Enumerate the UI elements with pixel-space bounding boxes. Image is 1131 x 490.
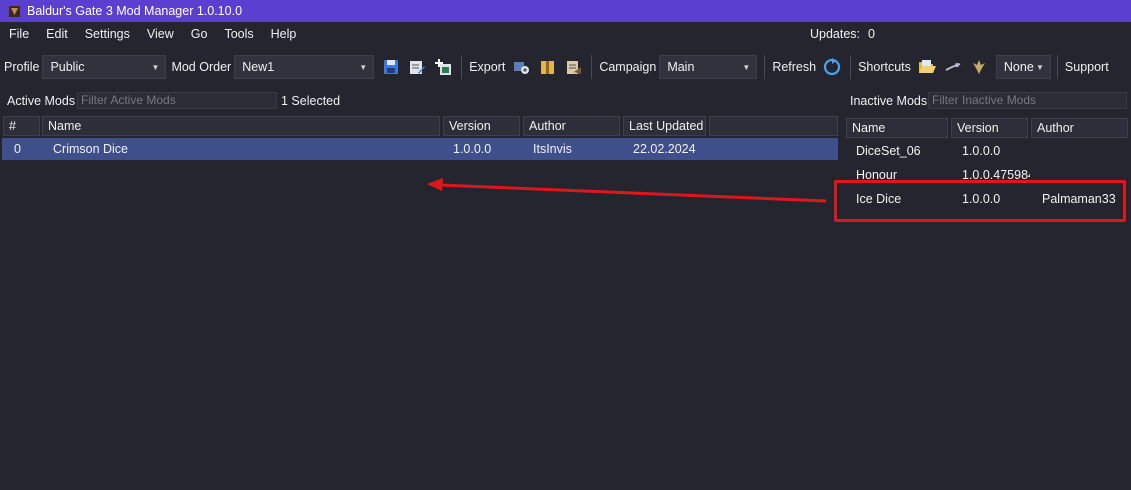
menu-view[interactable]: View [138,27,182,41]
export-order-icon[interactable] [564,58,582,76]
mod-order-label: Mod Order [171,60,232,74]
menu-file[interactable]: File [0,27,37,41]
profile-dropdown[interactable]: Public ▼ [42,55,167,79]
updates-indicator[interactable]: Updates: 0 [810,27,875,41]
profile-value: Public [50,60,85,74]
inactive-mods-label: Inactive Mods [850,94,928,108]
selected-count: 1 Selected [281,94,341,108]
menu-help[interactable]: Help [262,27,305,41]
column-header-name[interactable]: Name [42,116,440,136]
row-version: 1.0.0.0 [453,142,492,156]
chevron-down-icon: ▼ [151,62,160,72]
active-mods-filter-input[interactable]: Filter Active Mods [77,92,277,109]
column-header-author[interactable]: Author [1031,118,1128,138]
mod-order-dropdown[interactable]: New1 ▼ [234,55,375,79]
campaign-label: Campaign [599,60,657,74]
column-header-spacer [709,116,838,136]
row-author: ItsInvis [533,142,572,156]
toolbar-separator [850,55,852,79]
campaign-value: Main [667,60,695,74]
save-icon[interactable] [382,58,400,76]
annotation-highlight-box [834,180,1126,222]
window-title: Baldur's Gate 3 Mod Manager 1.0.10.0 [27,4,243,18]
refresh-label: Refresh [772,60,817,74]
chevron-down-icon: ▼ [359,62,368,72]
menu-edit[interactable]: Edit [37,27,76,41]
column-header-version[interactable]: Version [443,116,520,136]
row-index: 0 [14,142,21,156]
toolbar-separator [591,55,593,79]
shortcut-value: None [1003,60,1034,74]
menu-go[interactable]: Go [182,27,216,41]
menu-tools[interactable]: Tools [215,27,261,41]
app-logo-icon [8,5,21,18]
open-folder-icon[interactable] [918,58,936,76]
support-button[interactable]: Support [1065,60,1109,74]
column-header-name[interactable]: Name [846,118,948,138]
toolbar: Profile Public ▼ Mod Order New1 ▼ Export… [0,52,1131,82]
inactive-mods-filter-input[interactable]: Filter Inactive Mods [928,92,1127,109]
row-last-updated: 22.02.2024 [633,142,696,156]
title-bar: Baldur's Gate 3 Mod Manager 1.0.10.0 [0,0,1131,22]
toolbar-separator [461,55,463,79]
refresh-icon[interactable] [823,58,841,76]
toolbar-separator [1056,55,1058,79]
row-name[interactable]: DiceSet_06 [856,140,951,162]
profile-label: Profile [4,60,40,74]
steam-icon[interactable] [944,58,962,76]
updates-count: 0 [868,27,875,41]
shortcut-dropdown[interactable]: None ▼ [995,55,1051,79]
new-order-icon[interactable] [434,58,452,76]
menu-settings[interactable]: Settings [76,27,138,41]
row-author [1042,140,1127,162]
column-header-version[interactable]: Version [951,118,1028,138]
export-archive-icon[interactable] [538,58,556,76]
shortcuts-label: Shortcuts [858,60,911,74]
column-header-index[interactable]: # [3,116,40,136]
campaign-dropdown[interactable]: Main ▼ [659,55,758,79]
save-as-icon[interactable] [408,58,426,76]
updates-label: Updates: [810,27,861,41]
column-header-author[interactable]: Author [523,116,620,136]
toolbar-separator [764,55,766,79]
chevron-down-icon: ▼ [1035,62,1044,72]
game-launch-icon[interactable] [970,58,988,76]
chevron-down-icon: ▼ [742,62,751,72]
menu-bar: File Edit Settings View Go Tools Help Up… [0,22,1131,46]
row-name: Crimson Dice [53,142,129,156]
mod-order-value: New1 [242,60,275,74]
active-mods-label: Active Mods [7,94,76,108]
export-label: Export [469,60,506,74]
export-game-icon[interactable] [512,58,530,76]
column-header-last-updated[interactable]: Last Updated [623,116,706,136]
row-version: 1.0.0.0 [962,144,1001,158]
